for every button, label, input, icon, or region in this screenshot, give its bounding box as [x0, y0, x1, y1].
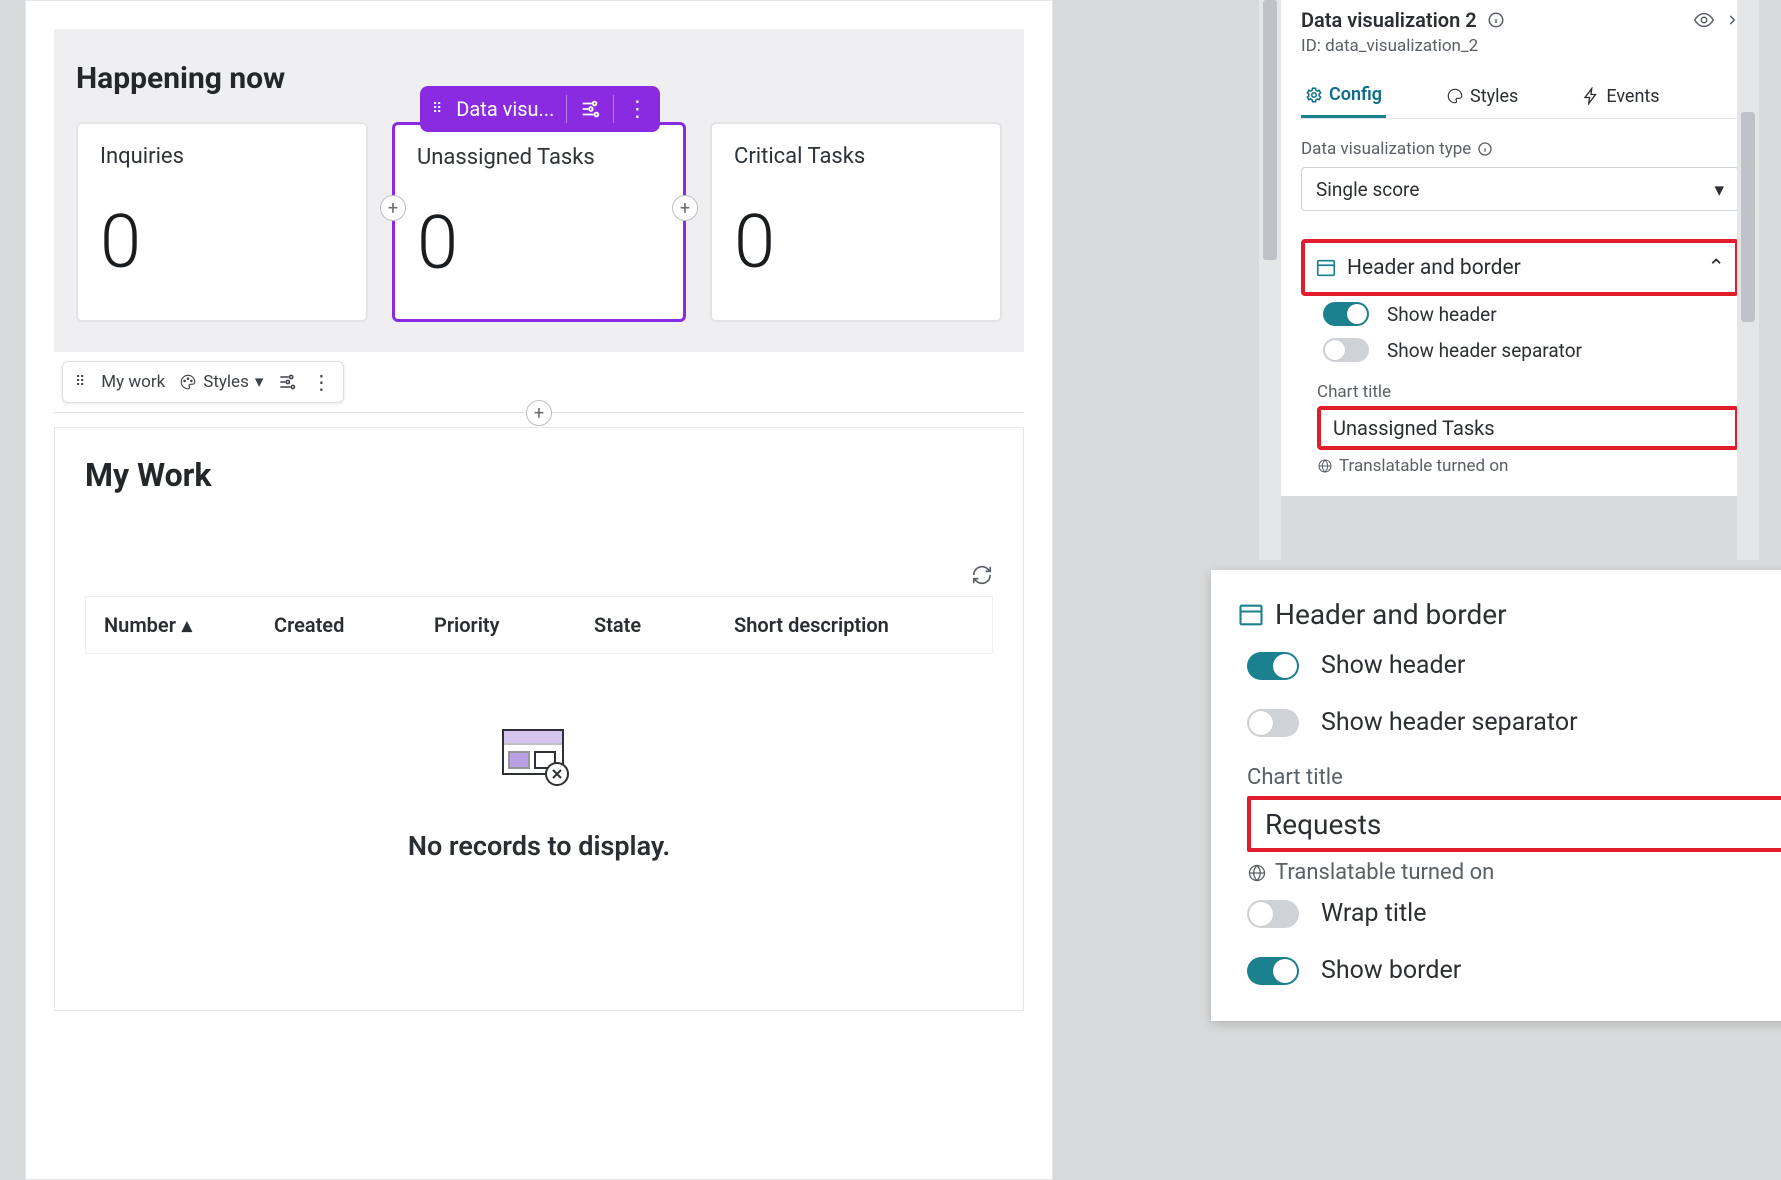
col-short-description[interactable]: Short description [734, 613, 954, 637]
header-border-popover: Header and border ⌃ Show header Show hea… [1211, 570, 1781, 1021]
mywork-title: My Work [85, 456, 993, 494]
card-unassigned-tasks[interactable]: Unassigned Tasks 0 + + [392, 122, 686, 322]
toggle-show-border[interactable]: Show border [1237, 942, 1781, 999]
card-value: 0 [734, 199, 978, 286]
toggle[interactable] [1247, 957, 1299, 985]
scrollbar-track[interactable] [1737, 0, 1759, 560]
window-icon [1237, 601, 1265, 629]
info-icon[interactable] [1487, 11, 1505, 29]
table-header: Number▴ Created Priority State Short des… [85, 596, 993, 654]
cards-row: Inquiries 0 Unassigned Tasks 0 + + Criti… [76, 122, 1002, 322]
sort-asc-icon: ▴ [182, 613, 234, 637]
card-inquiries[interactable]: Inquiries 0 [76, 122, 368, 322]
panel-title: Data visualization 2 [1301, 8, 1477, 32]
divider [613, 95, 614, 123]
drag-handle-icon[interactable]: ⠿ [75, 374, 87, 390]
visibility-icon[interactable] [1693, 9, 1715, 31]
toggle[interactable] [1323, 338, 1369, 362]
scrollbar-thumb[interactable] [1741, 112, 1755, 322]
refresh-icon[interactable] [971, 564, 993, 586]
toggle[interactable] [1247, 900, 1299, 928]
panel-id: ID: data_visualization_2 [1301, 36, 1739, 56]
viz-type-label: Data visualization type [1301, 139, 1739, 159]
tab-config[interactable]: Config [1301, 76, 1386, 118]
happening-section: Happening now Inquiries 0 Unassigned Tas… [54, 29, 1024, 352]
tab-styles[interactable]: Styles [1442, 76, 1522, 118]
globe-icon [1247, 863, 1267, 883]
empty-illustration [499, 724, 579, 794]
toggle-show-header[interactable]: Show header [1237, 637, 1781, 694]
toggle-wrap-title[interactable]: Wrap title [1237, 885, 1781, 942]
floating-toolbar[interactable]: ⠿ My work Styles ▾ ⋮ [62, 361, 344, 403]
palette-icon [1446, 87, 1464, 105]
more-icon[interactable]: ⋮ [311, 370, 331, 394]
chart-title-input[interactable]: Requests [1247, 796, 1781, 852]
palette-icon [179, 373, 197, 391]
canvas-area: Happening now Inquiries 0 Unassigned Tas… [25, 0, 1053, 1180]
globe-icon [1317, 458, 1333, 474]
toolbar-name: My work [101, 372, 165, 392]
chart-title-label: Chart title [1317, 382, 1739, 402]
col-state[interactable]: State [594, 613, 694, 637]
chevron-up-icon: ⌃ [1707, 255, 1725, 280]
properties-panel: Data visualization 2 ID: data_visualizat… [1281, 0, 1759, 496]
settings-sliders-icon[interactable] [579, 98, 601, 120]
header-border-section[interactable]: Header and border ⌃ [1301, 239, 1739, 296]
chart-title-label: Chart title [1247, 765, 1781, 790]
gear-icon [1305, 86, 1323, 104]
insert-left-button[interactable]: + [380, 195, 406, 221]
settings-sliders-icon[interactable] [277, 372, 297, 392]
translatable-hint: Translatable turned on [1317, 456, 1739, 476]
card-value: 0 [100, 199, 344, 286]
card-value: 0 [417, 200, 661, 287]
mywork-section: My Work Number▴ Created Priority State S… [54, 427, 1024, 1011]
col-number[interactable]: Number▴ [104, 613, 234, 637]
drag-handle-icon[interactable]: ⠿ [432, 101, 444, 117]
styles-dropdown[interactable]: Styles ▾ [179, 372, 263, 392]
toggle-show-header[interactable]: Show header [1301, 296, 1739, 332]
translatable-hint: Translatable turned on [1247, 860, 1781, 885]
toggle-show-separator[interactable]: Show header separator [1301, 332, 1739, 368]
window-icon [1315, 257, 1337, 279]
chart-title-input[interactable]: Unassigned Tasks [1317, 406, 1739, 450]
card-title: Critical Tasks [734, 144, 978, 169]
toggle-show-separator[interactable]: Show header separator [1237, 694, 1781, 751]
tab-events[interactable]: Events [1578, 76, 1663, 118]
toggle[interactable] [1323, 302, 1369, 326]
pill-label: Data visu... [456, 97, 554, 121]
insert-right-button[interactable]: + [672, 195, 698, 221]
header-border-section[interactable]: Header and border ⌃ [1237, 592, 1781, 637]
chevron-down-icon: ▾ [1714, 178, 1724, 201]
lightning-icon [1582, 87, 1600, 105]
col-priority[interactable]: Priority [434, 613, 554, 637]
divider [566, 95, 567, 123]
empty-text: No records to display. [408, 830, 670, 862]
card-title: Inquiries [100, 144, 344, 169]
toggle[interactable] [1247, 652, 1299, 680]
card-title: Unassigned Tasks [417, 145, 661, 170]
toggle[interactable] [1247, 709, 1299, 737]
more-icon[interactable]: ⋮ [626, 97, 648, 122]
card-critical-tasks[interactable]: Critical Tasks 0 [710, 122, 1002, 322]
tab-bar: Config Styles Events [1301, 76, 1739, 119]
insert-row: + [54, 412, 1024, 413]
empty-state: No records to display. [85, 654, 993, 982]
info-icon[interactable] [1477, 141, 1493, 157]
col-created[interactable]: Created [274, 613, 394, 637]
selected-component-pill[interactable]: ⠿ Data visu... ⋮ [420, 86, 660, 132]
insert-button[interactable]: + [526, 400, 552, 426]
chevron-down-icon: ▾ [255, 372, 264, 392]
scrollbar-thumb[interactable] [1263, 0, 1277, 260]
viz-type-select[interactable]: Single score ▾ [1301, 167, 1739, 211]
